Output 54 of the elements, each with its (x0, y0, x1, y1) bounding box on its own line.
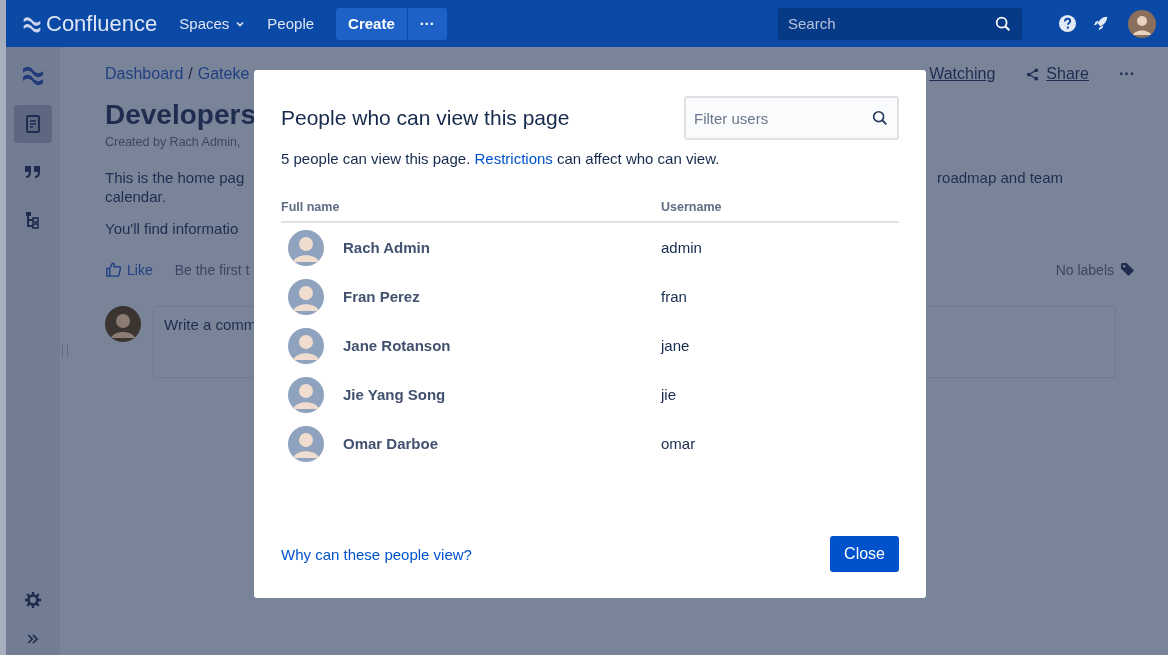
rocket-icon[interactable] (1091, 14, 1110, 33)
full-name-cell: Jie Yang Song (343, 386, 446, 403)
column-header: Username (661, 200, 722, 214)
search-icon (871, 109, 889, 127)
thumbs-up-icon (105, 261, 122, 278)
username-cell: admin (661, 239, 702, 256)
like-note: Be the first t (174, 261, 250, 278)
settings-icon[interactable] (24, 591, 42, 609)
logo-text[interactable]: Confluence (46, 10, 158, 37)
breadcrumb-separator: / (188, 65, 193, 83)
search-field[interactable]: Search (778, 7, 1022, 40)
page-title: Developers (105, 99, 256, 131)
body-text: This is the home pag (105, 169, 245, 186)
avatar-icon (288, 327, 324, 364)
full-name-cell: Fran Perez (343, 288, 420, 305)
filter-field[interactable]: Filter users (684, 96, 899, 140)
avatar-icon (288, 376, 324, 413)
sidebar-item[interactable] (14, 105, 52, 143)
search-icon (994, 14, 1012, 33)
column-header: Full name (281, 200, 341, 214)
full-name-cell: Rach Admin (343, 239, 430, 256)
full-name-cell: Jane Rotanson (343, 337, 451, 354)
page-action-link[interactable]: Watching (929, 65, 996, 83)
username-cell: jie (661, 386, 676, 403)
share-icon (1025, 66, 1041, 82)
why-link[interactable]: Why can these people view? (281, 545, 472, 563)
nav-menu-item[interactable]: Spaces (179, 15, 246, 32)
more-button[interactable]: ··· (406, 7, 447, 40)
dialog-title: People who can view this page (281, 106, 570, 130)
restrictions-link[interactable]: Restrictions (474, 150, 553, 167)
body-text: You'll find informatio (105, 220, 240, 237)
create-button[interactable]: Create (336, 7, 407, 40)
nav-menu-item[interactable]: People (267, 15, 315, 32)
help-icon[interactable] (1058, 14, 1077, 33)
summary-text: 5 people can view this page. Restrictions can affect who can view. (281, 150, 721, 167)
avatar-icon (288, 278, 324, 315)
username-cell: fran (661, 288, 687, 305)
username-cell: jane (661, 337, 690, 354)
username-cell: omar (661, 435, 696, 452)
user-avatar-icon[interactable] (1128, 9, 1156, 38)
body-text: roadmap and team (937, 169, 1063, 186)
labels-text: No labels (1055, 261, 1114, 278)
tag-icon[interactable] (1120, 262, 1135, 277)
user-avatar-icon (105, 306, 141, 342)
page-icon (23, 114, 43, 134)
page-action-link[interactable]: Share (1025, 65, 1089, 83)
avatar-icon (288, 229, 324, 266)
body-text: calendar. (105, 188, 167, 205)
full-name-cell: Omar Darboe (343, 435, 439, 452)
resize-handle[interactable] (62, 345, 68, 357)
close-button[interactable]: Close (830, 536, 899, 572)
more-actions-button[interactable]: ··· (1119, 65, 1135, 83)
byline: Created by Rach Admin, (105, 135, 242, 149)
avatar-icon (288, 425, 324, 462)
